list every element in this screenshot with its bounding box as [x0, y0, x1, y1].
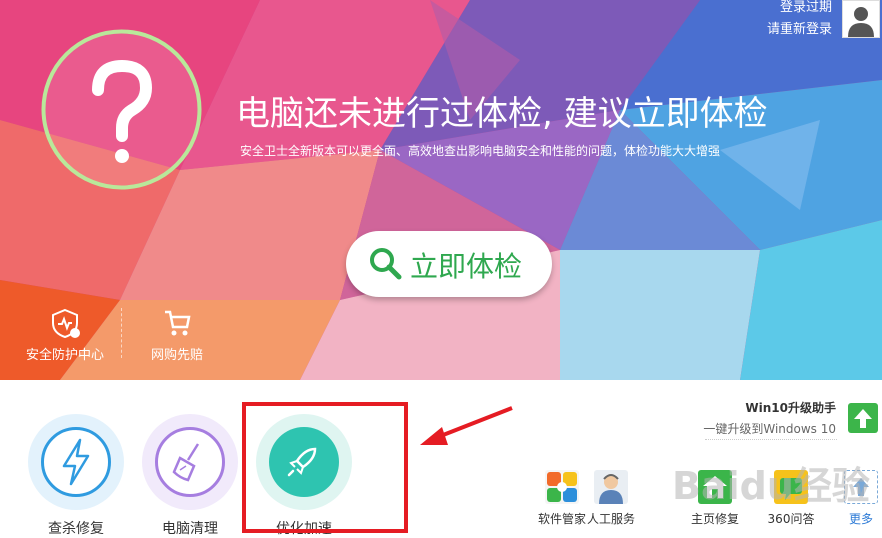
app-label: 360问答 [767, 512, 815, 526]
disk-cleanup-ring [142, 414, 238, 510]
divider [121, 308, 123, 358]
app-more[interactable]: 更多 [831, 470, 882, 527]
upload-more-icon [844, 470, 878, 504]
search-icon [370, 248, 402, 280]
homepage-repair-icon [698, 470, 732, 504]
lightning-icon [62, 438, 90, 486]
red-arrow-annotation [420, 406, 513, 445]
win10-upgrade-panel[interactable]: Win10升级助手 一键升级到Windows 10 [703, 398, 836, 440]
highlight-box [242, 402, 408, 533]
start-checkup-label: 立即体检 [410, 250, 523, 283]
avatar[interactable] [842, 0, 880, 38]
app-label: 人工服务 [586, 512, 635, 526]
user-silhouette-icon [848, 7, 874, 37]
customer-service-icon [594, 470, 628, 504]
broom-icon [172, 443, 200, 482]
qa-icon [774, 470, 808, 504]
account-status: 登录过期 请重新登录 [767, 0, 832, 41]
disk-cleanup-label: 电脑清理 [162, 521, 218, 537]
security-center-label: 安全防护中心 [25, 348, 104, 363]
scan-repair-label: 查杀修复 [48, 521, 104, 537]
software-manager-icon [545, 470, 579, 504]
shield-icon [52, 308, 80, 338]
app-homepage-repair[interactable]: 主页修复 [684, 470, 746, 527]
disk-cleanup-button[interactable]: 电脑清理 [140, 414, 240, 538]
app-customer-service[interactable]: 人工服务 [580, 470, 642, 527]
win10-upgrade-button[interactable] [848, 403, 878, 433]
divider [705, 439, 837, 440]
app-label: 软件管家 [537, 512, 586, 526]
question-mark-icon [40, 28, 203, 191]
win10-desc: 一键升级到Windows 10 [703, 422, 836, 436]
page-subtitle: 安全卫士全新版本可以更全面、高效地查出影响电脑安全和性能的问题，体检功能大大增强 [240, 144, 721, 158]
arrow-up-icon [854, 409, 872, 428]
start-checkup-button[interactable]: 立即体检 [346, 231, 552, 297]
page-title: 电脑还未进行过体检, 建议立即体检 [236, 94, 768, 134]
scan-repair-ring [28, 414, 124, 510]
scan-repair-button[interactable]: 查杀修复 [26, 414, 126, 538]
login-expired-text: 登录过期 [779, 0, 832, 15]
hero-banner: 登录过期 请重新登录 电脑还未进行过体检, 建议立即体检 安全卫士全新版本可以更… [0, 0, 882, 380]
relogin-link[interactable]: 请重新登录 [767, 19, 832, 41]
win10-title: Win10升级助手 [745, 401, 836, 415]
shopping-compensation-label: 网购先赔 [150, 348, 203, 363]
cart-icon [165, 310, 191, 336]
security-center-button[interactable]: 安全防护中心 [15, 308, 115, 363]
more-link: 更多 [848, 512, 873, 526]
shopping-compensation-button[interactable]: 网购先赔 [127, 308, 227, 363]
app-label: 主页修复 [690, 512, 739, 526]
app-qa[interactable]: 360问答 [760, 470, 822, 527]
